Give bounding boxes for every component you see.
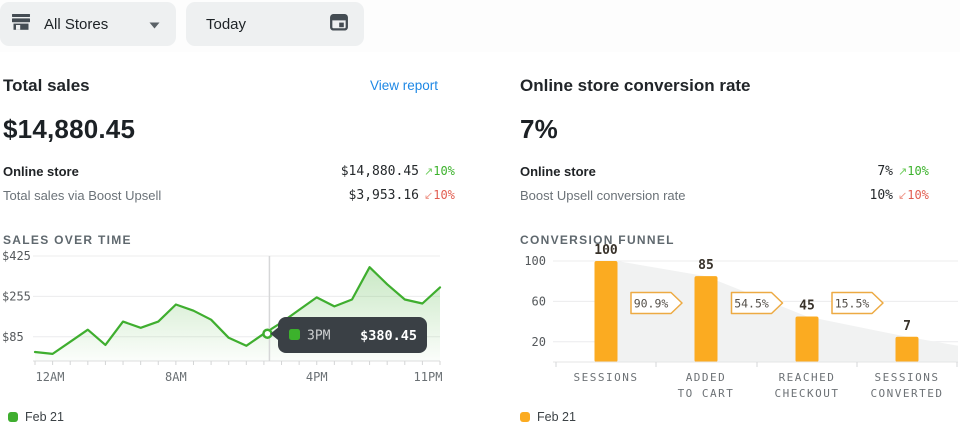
sales-over-time-heading: SALES OVER TIME (3, 233, 466, 247)
total-sales-big-value: $14,880.45 (3, 114, 466, 145)
legend-label: Feb 21 (25, 410, 64, 424)
legend-swatch-green (8, 412, 18, 422)
svg-text:CHECKOUT: CHECKOUT (775, 387, 840, 400)
sales-legend: Feb 21 (8, 410, 64, 424)
metric-value: $14,880.45 (341, 164, 419, 179)
metric-row-online-store: Online store 7% ↗10% (520, 159, 940, 183)
chevron-down-icon (149, 16, 160, 33)
svg-text:15.5%: 15.5% (835, 297, 870, 311)
svg-text:100: 100 (524, 254, 546, 268)
svg-text:60: 60 (532, 294, 546, 308)
svg-text:SESSIONS: SESSIONS (875, 371, 940, 384)
store-selector-label: All Stores (44, 16, 149, 33)
metric-row-online-store: Online store $14,880.45 ↗10% (3, 159, 466, 183)
svg-text:$85: $85 (2, 330, 24, 344)
metric-row-boost-upsell: Total sales via Boost Upsell $3,953.16 ↙… (3, 183, 466, 207)
legend-label: Feb 21 (537, 410, 576, 424)
storefront-icon (10, 11, 32, 37)
svg-text:3PM: 3PM (307, 329, 331, 344)
arrow-down-icon: ↙ (424, 189, 433, 202)
conversion-rate-title: Online store conversion rate (520, 76, 751, 95)
arrow-up-icon: ↗ (424, 165, 433, 178)
svg-text:7: 7 (903, 319, 911, 334)
svg-text:REACHED: REACHED (779, 371, 836, 384)
svg-text:100: 100 (594, 243, 618, 258)
metric-value: 10% (870, 188, 893, 203)
metric-label: Online store (520, 164, 877, 179)
svg-text:20: 20 (532, 335, 546, 349)
delta-down-badge: ↙10% (893, 188, 940, 202)
conversion-rate-big-value: 7% (520, 114, 940, 145)
calendar-icon (328, 11, 350, 37)
metric-label: Online store (3, 164, 341, 179)
delta-up-badge: ↗10% (419, 164, 466, 178)
svg-text:SESSIONS: SESSIONS (574, 371, 639, 384)
svg-text:$255: $255 (2, 289, 31, 303)
svg-text:4PM: 4PM (306, 370, 328, 384)
date-selector-label: Today (206, 16, 328, 33)
metric-value: 7% (877, 164, 893, 179)
svg-text:11PM: 11PM (414, 370, 443, 384)
svg-text:45: 45 (799, 299, 815, 314)
date-selector-button[interactable]: Today (186, 2, 364, 46)
topbar: All Stores Today (0, 0, 960, 52)
legend-swatch-orange (520, 412, 530, 422)
funnel-legend: Feb 21 (520, 410, 576, 424)
conversion-rate-panel: Online store conversion rate 7% Online s… (520, 52, 940, 247)
arrow-up-icon: ↗ (898, 165, 907, 178)
svg-text:CONVERTED: CONVERTED (870, 387, 943, 400)
svg-text:90.9%: 90.9% (634, 297, 669, 311)
sales-metric-rows: Online store $14,880.45 ↗10% Total sales… (3, 159, 466, 207)
metric-label: Boost Upsell conversion rate (520, 188, 870, 203)
arrow-down-icon: ↙ (898, 189, 907, 202)
svg-text:54.5%: 54.5% (734, 297, 769, 311)
svg-text:$425: $425 (2, 250, 31, 263)
metric-label: Total sales via Boost Upsell (3, 188, 349, 203)
total-sales-panel: Total sales View report $14,880.45 Onlin… (3, 52, 466, 247)
view-report-link[interactable]: View report (370, 78, 438, 93)
conversion-metric-rows: Online store 7% ↗10% Boost Upsell conver… (520, 159, 940, 207)
total-sales-title: Total sales (3, 76, 90, 95)
conversion-funnel-chart[interactable]: 100 60 20 100 85 45 7 90.9% 54.5% 15.5% SESSIONS AD… (520, 240, 960, 410)
store-selector-button[interactable]: All Stores (0, 2, 176, 46)
chart-tooltip: 3PM $380.45 (270, 317, 427, 353)
metric-row-boost-upsell: Boost Upsell conversion rate 10% ↙10% (520, 183, 940, 207)
svg-text:TO CART: TO CART (678, 387, 735, 400)
delta-down-badge: ↙10% (419, 188, 466, 202)
svg-text:$380.45: $380.45 (360, 328, 417, 344)
metric-value: $3,953.16 (349, 188, 419, 203)
svg-text:85: 85 (698, 258, 714, 273)
svg-text:12AM: 12AM (36, 370, 65, 384)
sales-line-chart[interactable]: $425 $255 $85 12AM 8AM 4PM 11PM 3PM $380.45 (0, 250, 470, 390)
svg-text:8AM: 8AM (165, 370, 187, 384)
delta-up-badge: ↗10% (893, 164, 940, 178)
svg-text:ADDED: ADDED (686, 371, 727, 384)
